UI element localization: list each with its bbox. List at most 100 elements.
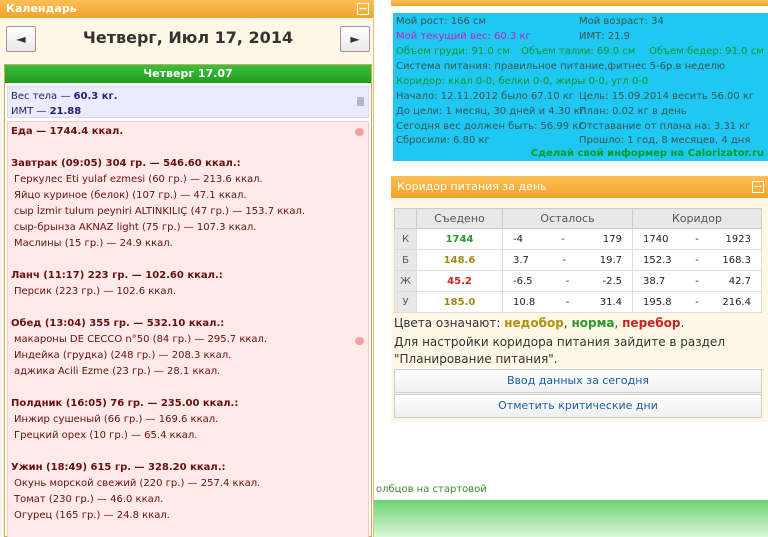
food-item[interactable]: аджика Acili Ezme (23 гр.) — 28.1 ккал.	[11, 364, 365, 380]
bmi-value: 21.88	[49, 106, 82, 117]
col-left: Осталось	[502, 208, 633, 229]
food-item[interactable]: Томат (230 гр.) — 46.0 ккал.	[11, 492, 365, 508]
food-item[interactable]: Огурец (165 гр.) — 24.8 ккал.	[11, 508, 365, 524]
calendar-title: Календарь	[6, 2, 77, 15]
left-from: -6.5	[513, 275, 533, 287]
profile-hips: Объем бедер: 91.0 см	[649, 46, 764, 57]
food-item[interactable]: Маслины (15 гр.) — 24.9 ккал.	[11, 236, 365, 252]
left-from: 10.8	[513, 296, 536, 308]
cor-from: 195.8	[643, 296, 672, 308]
day-block: Четверг 17.07 Вес тела — 60.3 кг. ИМТ — …	[4, 64, 372, 537]
profile-plan: План: 0.02 кг в день	[579, 106, 687, 117]
corridor-range: 195.8 - 216.4	[632, 291, 762, 313]
left-to: -2.5	[602, 275, 622, 287]
cor-from: 1740	[643, 233, 669, 245]
weight-box[interactable]: Вес тела — 60.3 кг. ИМТ — 21.88	[7, 86, 369, 118]
profile-height: Мой рост: 166 см	[396, 16, 487, 27]
food-item[interactable]: Окунь морской свежий (220 гр.) — 257.4 к…	[11, 476, 365, 492]
food-item[interactable]: сыр İzmir tulum peyniri ALTINKILIÇ (47 г…	[11, 204, 365, 220]
food-item[interactable]: Грецкий орех (10 гр.) — 65.4 ккал.	[11, 428, 365, 444]
corridor-body: К 1744 -4-179 1740-1923 Б 148.6 3.7-19.7 152.3-…	[394, 228, 762, 313]
legend-under: недобор	[504, 316, 564, 330]
cor-from: 152.3	[643, 254, 672, 266]
meal-title: Ужин (18:49) 615 гр. — 328.20 ккал.:	[11, 462, 226, 473]
corridor-range: 38.7 - 42.7	[632, 270, 762, 292]
range-dash: -	[562, 254, 567, 266]
corridor-row: К 1744 -4 - 179 1740 - 1923	[394, 228, 762, 250]
range-dash: -	[565, 275, 570, 287]
meals-list: Завтрак (09:05) 304 гр. — 546.60 ккал.: Г…	[11, 156, 365, 524]
food-item[interactable]: Персик (223 гр.) — 102.6 ккал.	[11, 284, 365, 300]
weight-value: 60.3 кг.	[73, 91, 118, 102]
profile-current-weight: Мой текущий вес: 60.3 кг	[396, 31, 531, 42]
next-day-button[interactable]: ►	[340, 26, 370, 52]
color-legend: Цвета означают: недобор, норма, перебор.	[394, 316, 684, 330]
calendar-panel: Календарь − ◄ Четверг, Июл 17, 2014 ► Че…	[0, 0, 374, 537]
profile-system: Система питания: правильное питание,фитн…	[396, 61, 726, 72]
left-range: 10.8 - 31.4	[502, 291, 633, 313]
left-range: -4 - 179	[502, 228, 633, 250]
left-from: 3.7	[513, 254, 529, 266]
minimize-icon[interactable]: −	[357, 3, 369, 15]
corridor-row: Ж 45.2 -6.5 - -2.5 38.7 - 42.7	[394, 270, 762, 292]
profile-start: Начало: 12.11.2012 было 67.10 кг	[396, 91, 575, 102]
range-dash: -	[695, 254, 699, 266]
eaten-value: 45.2	[416, 270, 503, 292]
row-label: К	[394, 228, 417, 250]
food-item[interactable]: Геркулес Eti yulaf ezmesi (60 гр.) — 213…	[11, 172, 365, 188]
profile-informer[interactable]: Мой рост: 166 см Мой возраст: 34 Мой тек…	[393, 13, 768, 161]
cor-from: 38.7	[643, 275, 666, 287]
food-box[interactable]: Еда — 1744.4 ккал. Завтрак (09:05) 304 г…	[7, 121, 369, 537]
corridor-range: 1740 - 1923	[632, 228, 762, 250]
enter-today-data-button[interactable]: Ввод данных за сегодня	[394, 369, 762, 393]
row-label: Ж	[394, 270, 417, 292]
corridor-row: Б 148.6 3.7 - 19.7 152.3 - 168.3	[394, 249, 762, 271]
eaten-value: 185.0	[416, 291, 503, 313]
profile-to-goal: До цели: 1 месяц, 30 дней и 4.30 кг	[396, 106, 586, 117]
left-range: -6.5 - -2.5	[502, 270, 633, 292]
row-label: У	[394, 291, 417, 313]
range-dash: -	[695, 275, 699, 287]
eaten-value: 148.6	[416, 249, 503, 271]
legend-norm: норма	[571, 316, 615, 330]
corridor-range: 152.3 - 168.3	[632, 249, 762, 271]
range-dash: -	[565, 296, 570, 308]
range-dash: -	[695, 233, 699, 245]
profile-today-should: Сегодня вес должен быть: 56.99 кг	[396, 121, 584, 132]
trash-icon[interactable]	[357, 97, 364, 106]
corridor-title: Коридор питания за день	[397, 180, 547, 193]
corridor-row: У 185.0 10.8 - 31.4 195.8 - 216.4	[394, 291, 762, 313]
make-informer-link[interactable]: Сделай свой информер на Calorizator.ru	[531, 148, 764, 159]
corridor-table: Съедено Осталось Коридор К 1744 -4 - 179 1740…	[394, 208, 762, 313]
apple-icon[interactable]	[355, 337, 364, 345]
prev-day-button[interactable]: ◄	[6, 26, 36, 52]
bottom-bar	[374, 500, 768, 537]
apple-icon[interactable]	[355, 128, 364, 136]
calendar-nav: ◄ Четверг, Июл 17, 2014 ►	[4, 22, 372, 60]
food-item[interactable]: макароны DE CECCO n°50 (84 гр.) — 295.7 …	[11, 332, 365, 348]
bottom-link[interactable]: олбцов на стартовой	[376, 484, 487, 495]
col-corridor: Коридор	[632, 208, 762, 229]
legend-end: .	[680, 316, 685, 330]
row-label: Б	[394, 249, 417, 271]
bmi-label: ИМТ —	[11, 106, 50, 117]
mark-critical-days-button[interactable]: Отметить критические дни	[394, 394, 762, 418]
current-date-title: Четверг, Июл 17, 2014	[82, 28, 294, 47]
profile-header-strip	[391, 0, 768, 6]
corridor-header: Коридор питания за день −	[391, 176, 768, 198]
food-item[interactable]: сыр-брынза AKNAZ light (75 гр.) — 107.3 …	[11, 220, 365, 236]
meal-title: Завтрак (09:05) 304 гр. — 546.60 ккал.:	[11, 158, 241, 169]
food-item[interactable]: Яйцо куриное (белок) (107 гр.) — 47.1 кк…	[11, 188, 365, 204]
meal-title: Ланч (11:17) 223 гр. — 102.60 ккал.:	[11, 270, 223, 281]
left-to: 179	[602, 233, 622, 245]
cor-to: 216.4	[722, 296, 751, 308]
cor-to: 1923	[725, 233, 751, 245]
left-to: 31.4	[599, 296, 622, 308]
food-item[interactable]: Индейка (грудка) (248 гр.) — 208.3 ккал.	[11, 348, 365, 364]
minimize-icon[interactable]: −	[752, 181, 764, 193]
food-item[interactable]: Инжир сушеный (66 гр.) — 169.6 ккал.	[11, 412, 365, 428]
left-from: -4	[513, 233, 523, 245]
left-to: 19.7	[599, 254, 622, 266]
day-header[interactable]: Четверг 17.07	[5, 65, 371, 83]
profile-behind: Отставание от плана на: 3.31 кг	[579, 121, 751, 132]
